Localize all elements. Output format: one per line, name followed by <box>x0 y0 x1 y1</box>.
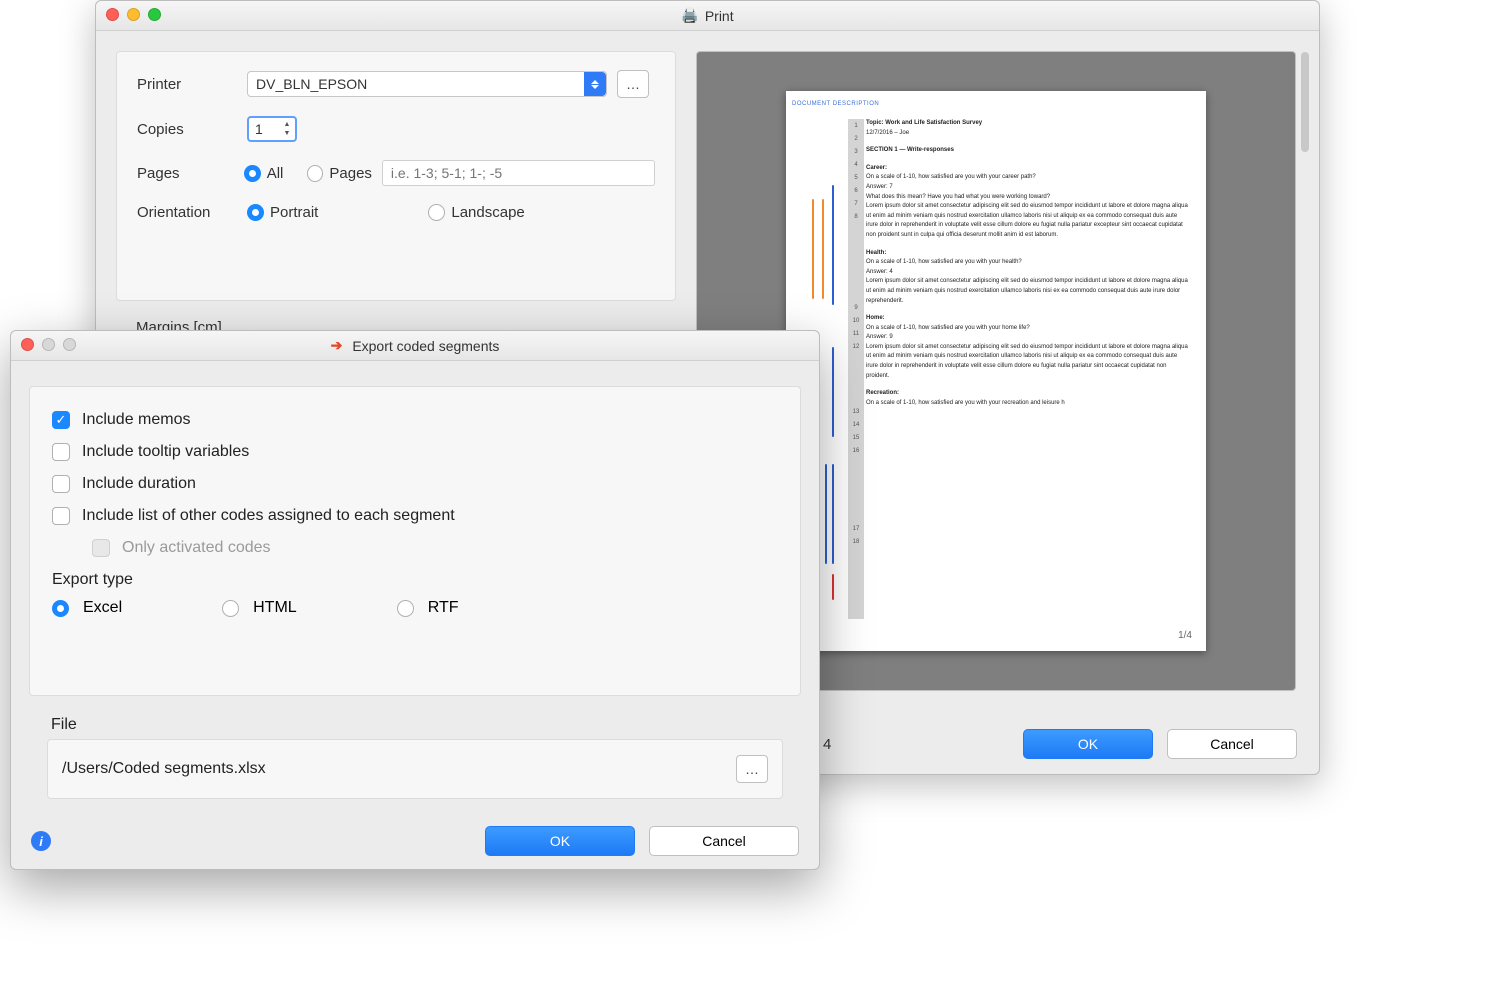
pages-all-label: All <box>267 165 284 182</box>
include-memos-checkbox[interactable] <box>52 411 70 429</box>
pages-label: Pages <box>137 165 244 182</box>
only-activated-checkbox <box>92 539 110 557</box>
print-cancel-button[interactable]: Cancel <box>1167 729 1297 759</box>
close-icon[interactable] <box>106 8 119 21</box>
line-number-gutter: 12345678 9101112 13141516 1718 <box>848 119 864 619</box>
include-tooltip-label: Include tooltip variables <box>82 443 249 461</box>
printer-select[interactable]: DV_BLN_EPSON <box>247 71 607 97</box>
landscape-label: Landscape <box>451 204 524 221</box>
export-type-label: Export type <box>52 571 778 589</box>
include-duration-label: Include duration <box>82 475 196 493</box>
pages-range-radio[interactable] <box>307 165 324 182</box>
export-titlebar: Export coded segments <box>11 331 819 361</box>
export-title: Export coded segments <box>352 338 499 354</box>
preview-body-text: Topic: Work and Life Satisfaction Survey… <box>866 119 1188 408</box>
minimize-icon <box>42 338 55 351</box>
printer-icon: 🖨️ <box>681 7 698 24</box>
include-other-codes-label: Include list of other codes assigned to … <box>82 507 455 525</box>
pages-all-radio[interactable] <box>244 165 261 182</box>
html-label: HTML <box>253 599 297 617</box>
print-settings-panel: Printer DV_BLN_EPSON … Copies 1 ▲▼ Pages… <box>116 51 676 301</box>
file-browse-button[interactable]: … <box>736 755 768 783</box>
export-dialog: Export coded segments Include memos Incl… <box>10 330 820 870</box>
landscape-radio[interactable] <box>428 204 445 221</box>
preview-scrollbar[interactable] <box>1301 52 1309 152</box>
include-memos-label: Include memos <box>82 411 191 429</box>
minimize-icon[interactable] <box>127 8 140 21</box>
html-radio[interactable] <box>222 600 239 617</box>
portrait-label: Portrait <box>270 204 318 221</box>
file-path-text: /Users/Coded segments.xlsx <box>62 760 266 778</box>
pages-range-input[interactable] <box>382 160 655 186</box>
zoom-icon <box>63 338 76 351</box>
rtf-label: RTF <box>428 599 459 617</box>
export-options-panel: Include memos Include tooltip variables … <box>29 386 801 696</box>
excel-label: Excel <box>83 599 122 617</box>
excel-radio[interactable] <box>52 600 69 617</box>
export-cancel-button[interactable]: Cancel <box>649 826 799 856</box>
close-icon[interactable] <box>21 338 34 351</box>
info-icon[interactable]: i <box>31 831 51 851</box>
chevron-updown-icon <box>584 72 606 96</box>
include-duration-checkbox[interactable] <box>52 475 70 493</box>
copies-stepper[interactable]: 1 ▲▼ <box>247 116 297 142</box>
export-ok-button[interactable]: OK <box>485 826 635 856</box>
print-titlebar: 🖨️ Print <box>96 1 1319 31</box>
include-other-codes-checkbox[interactable] <box>52 507 70 525</box>
portrait-radio[interactable] <box>247 204 264 221</box>
printer-browse-button[interactable]: … <box>617 70 649 98</box>
printer-label: Printer <box>137 76 247 93</box>
print-ok-button[interactable]: OK <box>1023 729 1153 759</box>
pages-range-label: Pages <box>329 165 372 182</box>
print-title: Print <box>705 8 734 24</box>
only-activated-label: Only activated codes <box>122 539 271 557</box>
preview-page-number: 1/4 <box>1178 630 1192 641</box>
orientation-label: Orientation <box>137 204 247 221</box>
copies-label: Copies <box>137 121 247 138</box>
zoom-icon[interactable] <box>148 8 161 21</box>
file-path-box: /Users/Coded segments.xlsx … <box>47 739 783 799</box>
export-arrow-icon <box>331 337 347 354</box>
preview-doc-header: DOCUMENT DESCRIPTION <box>792 101 879 107</box>
preview-page: DOCUMENT DESCRIPTION 12345678 9101112 13… <box>786 91 1206 651</box>
file-label: File <box>51 716 77 734</box>
rtf-radio[interactable] <box>397 600 414 617</box>
include-tooltip-checkbox[interactable] <box>52 443 70 461</box>
